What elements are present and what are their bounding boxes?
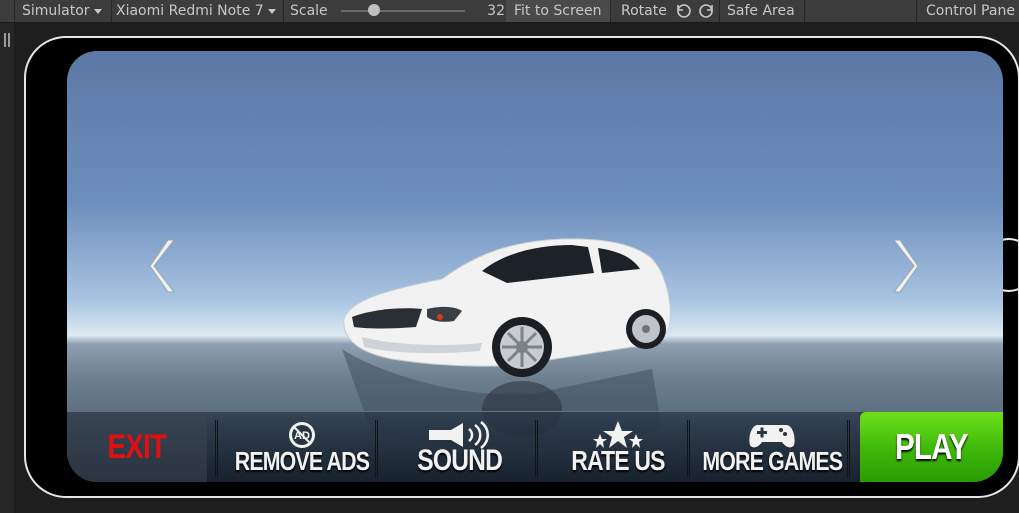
safe-area-toggle[interactable]: Safe Area [720, 0, 805, 22]
main-menu-bar: EXIT AD REMOVE ADS [67, 411, 1003, 482]
previous-car-button[interactable] [143, 231, 183, 301]
menu-divider [847, 420, 850, 478]
menu-divider [375, 420, 378, 478]
remove-ads-button[interactable]: AD REMOVE ADS [227, 412, 377, 482]
toolbar-handle [0, 0, 15, 22]
game-screen[interactable]: EXIT AD REMOVE ADS [67, 51, 1003, 482]
rate-us-label: RATE US [571, 445, 665, 476]
menu-divider [215, 420, 218, 478]
device-frame: EXIT AD REMOVE ADS [24, 36, 1019, 498]
simulator-toolbar: Simulator Xiaomi Redmi Note 7 Scale 32 F… [0, 0, 1019, 23]
remove-ads-label: REMOVE ADS [234, 446, 370, 476]
rotate-right-icon[interactable] [697, 0, 720, 22]
chevron-right-icon [892, 239, 919, 293]
play-label: PLAY [895, 426, 969, 467]
chevron-down-icon [267, 8, 276, 14]
device-dropdown[interactable]: Xiaomi Redmi Note 7 [112, 0, 284, 22]
play-button[interactable]: PLAY [860, 412, 1003, 482]
more-games-button[interactable]: MORE GAMES [697, 412, 847, 482]
rotate-label: Rotate [621, 3, 667, 19]
rotate-left-icon[interactable] [675, 0, 693, 22]
chevron-down-icon [93, 8, 102, 14]
chevron-left-icon [149, 239, 176, 293]
simulator-dropdown[interactable]: Simulator [14, 0, 112, 22]
simulator-dropdown-label: Simulator [22, 3, 90, 19]
next-car-button[interactable] [885, 231, 925, 301]
exit-label: EXIT [107, 428, 168, 466]
drag-handle-icon[interactable] [4, 33, 10, 47]
scale-label: Scale [290, 3, 328, 19]
control-panel-button[interactable]: Control Pane [916, 0, 1019, 22]
menu-divider [687, 420, 690, 478]
menu-divider [535, 420, 538, 478]
left-side-strip [0, 23, 14, 513]
rate-us-button[interactable]: RATE US [543, 412, 693, 482]
scale-slider-handle[interactable] [368, 4, 380, 16]
sound-button[interactable]: SOUND [385, 412, 535, 482]
device-dropdown-label: Xiaomi Redmi Note 7 [116, 3, 264, 19]
sound-label: SOUND [417, 444, 504, 477]
fit-to-screen-button[interactable]: Fit to Screen [506, 0, 611, 22]
scale-slider-track[interactable] [341, 10, 465, 12]
exit-button[interactable]: EXIT [67, 412, 207, 482]
more-games-label: MORE GAMES [702, 446, 843, 476]
